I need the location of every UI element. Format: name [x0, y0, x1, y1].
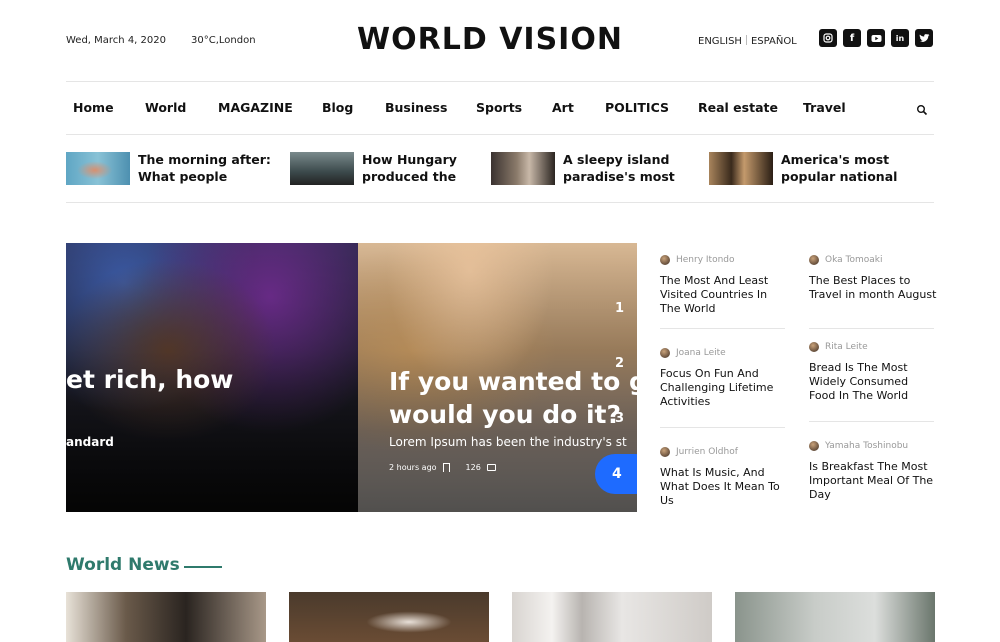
linkedin-icon[interactable]: in	[891, 29, 909, 47]
side-article[interactable]: Henry Itondo The Most And Least Visited …	[660, 254, 788, 316]
youtube-icon[interactable]	[867, 29, 885, 47]
side-article[interactable]: Yamaha Toshinobu Is Breakfast The Most I…	[809, 440, 937, 502]
comment-icon[interactable]	[486, 464, 496, 471]
language-divider	[745, 35, 747, 45]
language-spanish[interactable]: ESPAÑOL	[751, 36, 797, 47]
article-title[interactable]: Is Breakfast The Most Important Meal Of …	[809, 460, 937, 502]
trending-divider	[66, 202, 934, 203]
side-divider	[660, 328, 785, 329]
section-title-underline	[184, 566, 222, 568]
avatar	[809, 342, 819, 352]
article-title[interactable]: Bread Is The Most Widely Consumed Food I…	[809, 361, 937, 403]
trending-title[interactable]: How Hungary produced the	[362, 152, 457, 185]
social-links: f in	[819, 29, 933, 47]
nav-divider	[66, 134, 934, 135]
trending-thumbnail[interactable]	[491, 152, 555, 185]
search-icon[interactable]	[916, 101, 928, 116]
nav-item-business[interactable]: Business	[385, 100, 447, 115]
site-logo[interactable]: WORLD VISION	[340, 22, 640, 57]
comment-count: 126	[465, 463, 481, 472]
nav-item-blog[interactable]: Blog	[322, 100, 353, 115]
nav-item-travel[interactable]: Travel	[803, 100, 846, 115]
article-author: Henry Itondo	[660, 254, 788, 266]
trending-thumbnail[interactable]	[66, 152, 130, 185]
world-news-thumbnail[interactable]	[735, 592, 935, 642]
avatar	[660, 348, 670, 358]
top-bar: Wed, March 4, 2020 30°C,London WORLD VIS…	[0, 0, 1000, 82]
article-author: Oka Tomoaki	[809, 254, 937, 266]
article-title[interactable]: The Best Places to Travel in month Augus…	[809, 274, 937, 302]
trending-item[interactable]: How Hungary produced the	[290, 152, 470, 186]
side-divider	[809, 328, 934, 329]
slider-page-1[interactable]: 1	[615, 301, 624, 316]
nav-item-politics[interactable]: POLITICS	[605, 100, 669, 115]
current-date: Wed, March 4, 2020	[66, 35, 166, 46]
section-title-world-news[interactable]: World News	[66, 555, 180, 575]
trending-thumbnail[interactable]	[290, 152, 354, 185]
nav-item-world[interactable]: World	[145, 100, 186, 115]
hero-slider[interactable]: et rich, how andard If you wanted to ge …	[66, 243, 637, 512]
bookmark-icon[interactable]	[442, 463, 450, 472]
article-author: Joana Leite	[660, 347, 788, 359]
slider-page-3[interactable]: 3	[615, 411, 624, 426]
article-title[interactable]: Focus On Fun And Challenging Lifetime Ac…	[660, 367, 788, 409]
previous-slide-title[interactable]: et rich, how	[66, 365, 233, 394]
nav-item-magazine[interactable]: MAGAZINE	[218, 100, 293, 115]
slider-page-2[interactable]: 2	[615, 356, 624, 371]
nav-item-sports[interactable]: Sports	[476, 100, 522, 115]
instagram-icon[interactable]	[819, 29, 837, 47]
avatar	[809, 255, 819, 265]
slide-time: 2 hours ago	[389, 463, 437, 472]
slide-title[interactable]: If you wanted to ge would you do it?	[389, 365, 637, 431]
facebook-icon[interactable]: f	[843, 29, 861, 47]
language-english[interactable]: ENGLISH	[698, 36, 742, 47]
side-divider	[660, 427, 785, 428]
weather-info: 30°C,London	[191, 35, 256, 46]
slider-page-active[interactable]: 4	[595, 454, 637, 494]
nav-item-home[interactable]: Home	[73, 100, 114, 115]
side-article[interactable]: Oka Tomoaki The Best Places to Travel in…	[809, 254, 937, 302]
avatar	[660, 447, 670, 457]
trending-thumbnail[interactable]	[709, 152, 773, 185]
side-article[interactable]: Rita Leite Bread Is The Most Widely Cons…	[809, 341, 937, 403]
nav-item-real-estate[interactable]: Real estate	[698, 100, 778, 115]
article-author: Rita Leite	[809, 341, 937, 353]
trending-title[interactable]: The morning after: What people	[138, 152, 271, 185]
article-title[interactable]: The Most And Least Visited Countries In …	[660, 274, 788, 316]
trending-title[interactable]: A sleepy island paradise's most	[563, 152, 675, 185]
trending-item[interactable]: A sleepy island paradise's most	[491, 152, 681, 186]
slide-excerpt: Lorem Ipsum has been the industry's st	[389, 435, 627, 449]
twitter-icon[interactable]	[915, 29, 933, 47]
world-news-thumbnail[interactable]	[289, 592, 489, 642]
world-news-thumbnail[interactable]	[512, 592, 712, 642]
language-switcher: ENGLISH ESPAÑOL	[698, 35, 797, 47]
previous-slide-subtitle: andard	[66, 435, 114, 449]
article-title[interactable]: What Is Music, And What Does It Mean To …	[660, 466, 788, 508]
side-article[interactable]: Joana Leite Focus On Fun And Challenging…	[660, 347, 788, 409]
article-author: Yamaha Toshinobu	[809, 440, 937, 452]
trending-item[interactable]: The morning after: What people	[66, 152, 276, 186]
main-nav: Home World MAGAZINE Blog Business Sports…	[66, 95, 934, 121]
nav-item-art[interactable]: Art	[552, 100, 574, 115]
article-author: Jurrien Oldhof	[660, 446, 788, 458]
side-divider	[809, 421, 934, 422]
avatar	[660, 255, 670, 265]
world-news-thumbnail[interactable]	[66, 592, 266, 642]
slide-meta: 2 hours ago 126	[389, 463, 496, 472]
header-divider	[66, 81, 934, 82]
trending-title[interactable]: America's most popular national	[781, 152, 897, 185]
avatar	[809, 441, 819, 451]
side-article[interactable]: Jurrien Oldhof What Is Music, And What D…	[660, 446, 788, 508]
trending-item[interactable]: America's most popular national	[709, 152, 909, 186]
